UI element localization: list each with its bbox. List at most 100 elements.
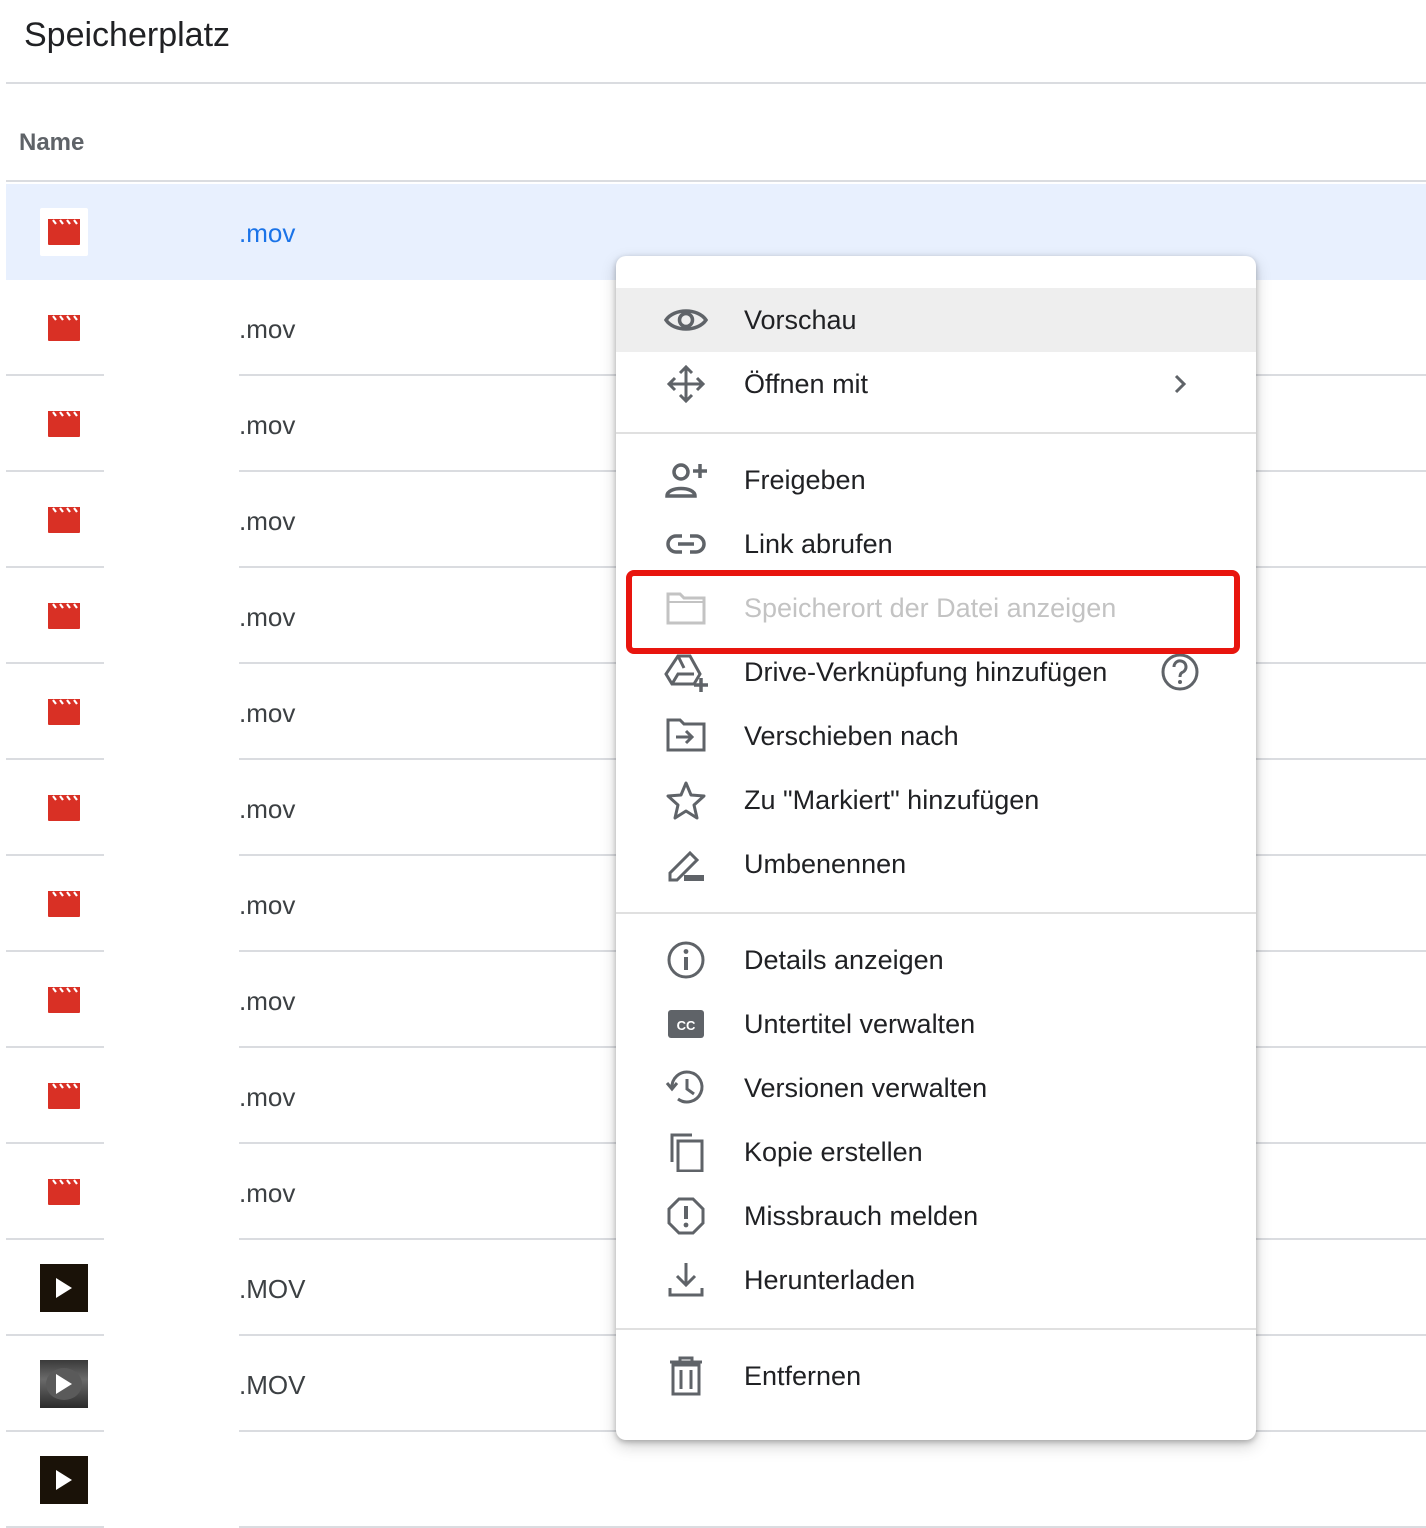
menu-item-captions[interactable]: CC Untertitel verwalten	[616, 992, 1256, 1056]
menu-item-share-label: Freigeben	[744, 465, 866, 495]
file-name[interactable]: .mov	[239, 1082, 295, 1113]
closed-captions-icon: CC	[668, 1010, 704, 1038]
menu-divider	[616, 912, 1256, 914]
menu-item-share[interactable]: Freigeben	[616, 448, 1256, 512]
menu-item-preview[interactable]: Vorschau	[616, 288, 1256, 352]
menu-divider	[616, 432, 1256, 434]
column-header-row: Name	[6, 86, 1426, 182]
file-type-icon	[40, 304, 88, 352]
menu-item-rename[interactable]: Umbenennen	[616, 832, 1256, 896]
file-type-icon	[40, 1168, 88, 1216]
video-file-icon	[48, 603, 80, 629]
link-icon	[666, 534, 706, 554]
context-menu: Vorschau Öffnen mit Freigeben Link abruf…	[616, 256, 1256, 1440]
menu-item-add-starred-label: Zu "Markiert" hinzufügen	[744, 785, 1040, 815]
chevron-right-icon	[1174, 374, 1187, 394]
file-type-icon	[40, 1264, 88, 1312]
menu-item-get-link[interactable]: Link abrufen	[616, 512, 1256, 576]
menu-item-details[interactable]: Details anzeigen	[616, 928, 1256, 992]
video-file-icon	[48, 699, 80, 725]
menu-divider	[616, 1328, 1256, 1330]
file-name[interactable]: .mov	[239, 506, 295, 537]
file-type-icon	[40, 784, 88, 832]
menu-item-add-shortcut-label: Drive-Verknüpfung hinzufügen	[744, 657, 1108, 687]
menu-item-details-label: Details anzeigen	[744, 945, 944, 975]
file-name[interactable]: .mov	[239, 698, 295, 729]
menu-item-rename-label: Umbenennen	[744, 849, 907, 879]
menu-item-download[interactable]: Herunterladen	[616, 1248, 1256, 1312]
menu-item-copy[interactable]: Kopie erstellen	[616, 1120, 1256, 1184]
file-name[interactable]: .mov	[239, 986, 295, 1017]
file-type-icon	[40, 1072, 88, 1120]
menu-item-remove[interactable]: Entfernen	[616, 1344, 1256, 1408]
menu-item-preview-label: Vorschau	[744, 305, 857, 335]
play-icon	[56, 1278, 72, 1298]
video-thumbnail	[40, 1456, 88, 1504]
menu-item-report-label: Missbrauch melden	[744, 1201, 979, 1231]
video-file-icon	[48, 1179, 80, 1205]
column-header-name[interactable]: Name	[19, 129, 84, 157]
file-name[interactable]: .mov	[239, 410, 295, 441]
report-icon	[667, 1197, 705, 1235]
file-name[interactable]: .mov	[239, 314, 295, 345]
file-type-icon	[40, 496, 88, 544]
video-file-icon	[48, 1083, 80, 1109]
menu-item-remove-label: Entfernen	[744, 1361, 862, 1391]
file-name[interactable]: .mov	[239, 794, 295, 825]
history-icon	[665, 1070, 704, 1104]
annotation-highlight-box	[626, 570, 1240, 654]
menu-item-versions-label: Versionen verwalten	[744, 1073, 988, 1103]
menu-item-open-with[interactable]: Öffnen mit	[616, 352, 1256, 416]
person-add-icon	[665, 463, 707, 498]
menu-item-get-link-label: Link abrufen	[744, 529, 893, 559]
menu-item-move-to[interactable]: Verschieben nach	[616, 704, 1256, 768]
menu-item-open-with-label: Öffnen mit	[744, 369, 869, 399]
file-type-icon	[40, 976, 88, 1024]
video-thumbnail	[40, 1360, 88, 1408]
menu-item-download-label: Herunterladen	[744, 1265, 916, 1295]
video-file-icon	[48, 315, 80, 341]
file-type-icon	[40, 880, 88, 928]
file-name[interactable]: .mov	[239, 218, 295, 249]
menu-item-add-starred[interactable]: Zu "Markiert" hinzufügen	[616, 768, 1256, 832]
file-name[interactable]: .mov	[239, 890, 295, 921]
svg-text:CC: CC	[677, 1018, 696, 1033]
video-file-icon	[48, 411, 80, 437]
file-type-icon	[40, 592, 88, 640]
eye-icon	[664, 309, 708, 331]
open-with-move-icon	[666, 364, 706, 404]
file-name[interactable]: .mov	[239, 1178, 295, 1209]
file-type-icon	[40, 688, 88, 736]
file-type-icon	[40, 1456, 88, 1504]
video-thumbnail	[40, 1264, 88, 1312]
page-title: Speicherplatz	[24, 16, 231, 54]
info-icon	[667, 941, 705, 979]
help-icon[interactable]	[1160, 652, 1200, 692]
file-row[interactable]	[6, 1432, 1426, 1528]
play-icon	[56, 1470, 72, 1490]
folder-move-icon	[666, 718, 706, 752]
video-file-icon	[48, 987, 80, 1013]
file-type-icon	[40, 400, 88, 448]
pencil-icon	[668, 850, 704, 882]
drive-shortcut-icon	[664, 654, 708, 692]
copy-icon	[670, 1133, 704, 1172]
file-name[interactable]: .MOV	[239, 1274, 305, 1305]
file-type-icon	[40, 208, 88, 256]
file-type-icon	[40, 1360, 88, 1408]
download-icon	[668, 1263, 704, 1297]
menu-item-copy-label: Kopie erstellen	[744, 1137, 923, 1167]
file-name[interactable]: .MOV	[239, 1370, 305, 1401]
star-icon	[666, 781, 706, 820]
play-icon	[56, 1374, 72, 1394]
menu-item-captions-label: Untertitel verwalten	[744, 1009, 976, 1039]
video-file-icon	[48, 891, 80, 917]
trash-icon	[670, 1356, 702, 1396]
menu-item-report[interactable]: Missbrauch melden	[616, 1184, 1256, 1248]
file-name[interactable]: .mov	[239, 602, 295, 633]
menu-item-versions[interactable]: Versionen verwalten	[616, 1056, 1256, 1120]
video-file-icon	[48, 507, 80, 533]
menu-item-move-to-label: Verschieben nach	[744, 721, 959, 751]
video-file-icon	[48, 219, 80, 245]
page-header: Speicherplatz	[6, 0, 1426, 84]
